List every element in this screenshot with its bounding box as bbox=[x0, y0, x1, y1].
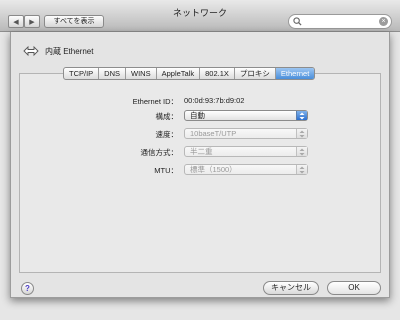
sheet-title: 内蔵 Ethernet bbox=[45, 46, 94, 56]
clear-search-icon[interactable]: × bbox=[379, 17, 388, 26]
tab-bar: TCP/IP DNS WINS AppleTalk 802.1X プロキシ Et… bbox=[63, 67, 316, 80]
tab-appletalk[interactable]: AppleTalk bbox=[157, 68, 201, 79]
ethernet-id-value-row: 00:0d:93:7b:d9:02 bbox=[184, 96, 364, 108]
search-icon bbox=[293, 17, 302, 26]
show-all-button[interactable]: すべてを表示 bbox=[44, 15, 104, 28]
speed-row: 速度： bbox=[20, 129, 179, 141]
popup-arrows-icon bbox=[296, 165, 307, 174]
cancel-button[interactable]: キャンセル bbox=[263, 281, 319, 295]
duplex-popup[interactable]: 半二重 bbox=[184, 146, 308, 157]
tab-dns[interactable]: DNS bbox=[99, 68, 127, 79]
search-field[interactable]: × bbox=[288, 14, 392, 29]
duplex-row: 通信方式： bbox=[20, 147, 179, 159]
back-button[interactable]: ◀ bbox=[8, 15, 24, 28]
tab-tcpip[interactable]: TCP/IP bbox=[64, 68, 100, 79]
ethernet-settings-sheet: 内蔵 Ethernet TCP/IP DNS WINS AppleTalk 80… bbox=[10, 32, 390, 298]
config-row: 構成： bbox=[20, 111, 179, 123]
forward-button[interactable]: ▶ bbox=[24, 15, 40, 28]
popup-arrows-icon bbox=[296, 147, 307, 156]
ethernet-arrows-icon bbox=[23, 45, 39, 57]
tab-proxy[interactable]: プロキシ bbox=[235, 68, 276, 79]
ethernet-id-label: Ethernet ID： bbox=[132, 97, 178, 106]
mtu-label: MTU： bbox=[154, 166, 178, 175]
speed-popup[interactable]: 10baseT/UTP bbox=[184, 128, 308, 139]
mtu-popup[interactable]: 標準（1500） bbox=[184, 164, 308, 175]
sheet-header: 内蔵 Ethernet bbox=[23, 44, 93, 58]
config-label: 構成： bbox=[155, 112, 179, 121]
ethernet-id-row: Ethernet ID： bbox=[20, 96, 178, 108]
help-button[interactable]: ? bbox=[21, 282, 34, 295]
ethernet-id-value: 00:0d:93:7b:d9:02 bbox=[184, 96, 245, 105]
mtu-value: 標準（1500） bbox=[190, 165, 237, 174]
config-value: 自動 bbox=[190, 111, 205, 120]
config-popup[interactable]: 自動 bbox=[184, 110, 308, 121]
popup-arrows-icon bbox=[296, 111, 307, 120]
tab-wins[interactable]: WINS bbox=[126, 68, 157, 79]
ok-button[interactable]: OK bbox=[327, 281, 381, 295]
title-bar: ネットワーク ◀ ▶ すべてを表示 × bbox=[0, 0, 400, 32]
speed-label: 速度： bbox=[155, 130, 179, 139]
mtu-row: MTU： bbox=[20, 165, 178, 177]
network-preferences-window: ネットワーク ◀ ▶ すべてを表示 × 内蔵 Ethernet TCP/IP D… bbox=[0, 0, 400, 320]
speed-value: 10baseT/UTP bbox=[190, 129, 237, 138]
duplex-value: 半二重 bbox=[190, 147, 213, 156]
tab-ethernet[interactable]: Ethernet bbox=[275, 68, 315, 79]
ethernet-panel: Ethernet ID： 00:0d:93:7b:d9:02 構成： 自動 速度… bbox=[19, 73, 381, 273]
duplex-label: 通信方式： bbox=[140, 148, 179, 157]
tab-8021x[interactable]: 802.1X bbox=[200, 68, 235, 79]
popup-arrows-icon bbox=[296, 129, 307, 138]
